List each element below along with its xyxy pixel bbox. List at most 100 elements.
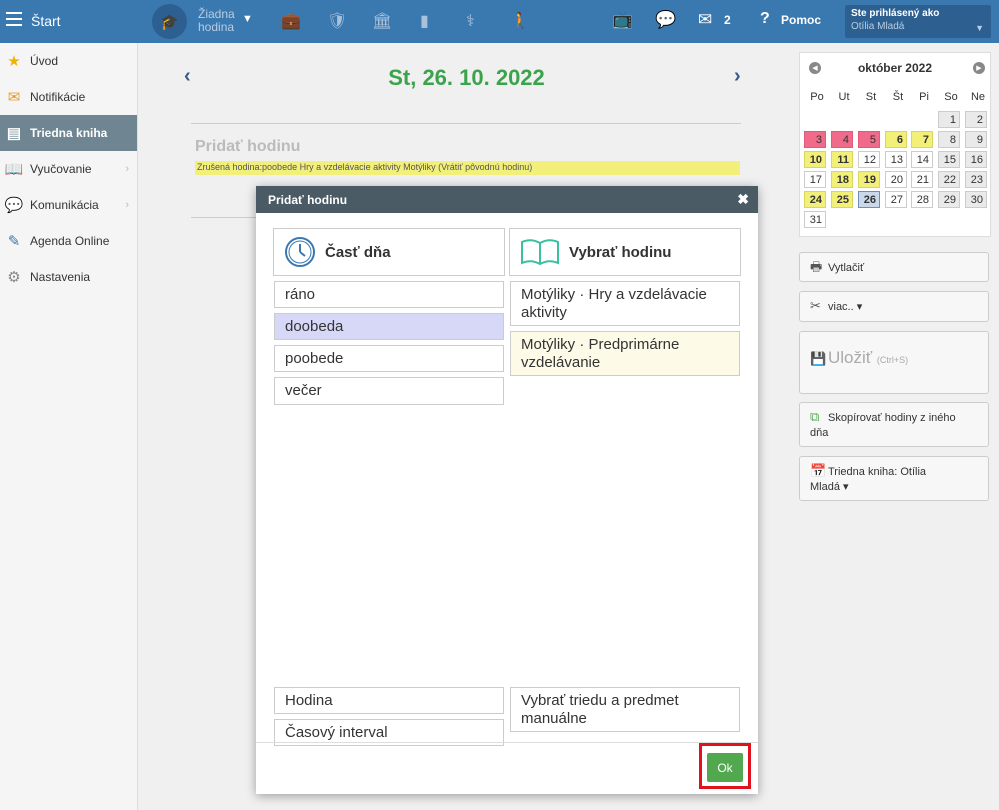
lesson-number-option[interactable]: Hodina bbox=[274, 687, 504, 714]
lesson-option[interactable]: Motýliky · Hry a vzdelávacie aktivity bbox=[510, 281, 740, 326]
sidebar-item-label: Komunikácia bbox=[30, 198, 99, 212]
sidebar-item-label: Agenda Online bbox=[30, 234, 110, 248]
next-day-chevron-icon[interactable]: › bbox=[734, 65, 741, 88]
calendar-day[interactable]: 12 bbox=[858, 151, 880, 168]
chevron-right-icon: › bbox=[125, 199, 129, 211]
sidebar-item-komunikacia[interactable]: 💬 Komunikácia › bbox=[0, 187, 137, 223]
user-label: Ste prihlásený ako bbox=[851, 8, 940, 19]
sidebar-item-uvod[interactable]: ★ Úvod bbox=[0, 43, 137, 79]
calendar-day[interactable]: 8 bbox=[938, 131, 960, 148]
sidebar-item-vyucovanie[interactable]: 📖 Vyučovanie › bbox=[0, 151, 137, 187]
cancelled-lesson-note[interactable]: Zrušená hodina:poobede Hry a vzdelávacie… bbox=[195, 161, 740, 175]
sidebar-item-label: Nastavenia bbox=[30, 270, 91, 284]
prev-day-chevron-icon[interactable]: ‹ bbox=[184, 65, 191, 88]
user-menu[interactable]: Ste prihlásený ako Otília Mladá ▼ bbox=[845, 5, 991, 38]
gear-icon: ⚙ bbox=[7, 269, 21, 286]
calendar-day[interactable]: 18 bbox=[831, 171, 853, 188]
question-icon[interactable]: ? bbox=[760, 10, 770, 28]
day-part-option[interactable]: ráno bbox=[274, 281, 504, 308]
calendar-day[interactable]: 25 bbox=[831, 191, 853, 208]
chat-bubbles-icon[interactable]: 💬 bbox=[655, 10, 676, 30]
bar-chart-icon[interactable]: ▮ bbox=[420, 11, 429, 31]
book-icon: ▤ bbox=[6, 125, 22, 142]
sidebar-item-triedna-kniha[interactable]: ▤ Triedna kniha bbox=[0, 115, 137, 151]
calendar-dow: Po bbox=[810, 91, 824, 103]
calendar-day[interactable]: 15 bbox=[938, 151, 960, 168]
calendar-day[interactable]: 27 bbox=[885, 191, 907, 208]
sidebar: ★ Úvod ✉ Notifikácie ▤ Triedna kniha 📖 V… bbox=[0, 43, 138, 810]
dialog-footer-divider bbox=[256, 742, 758, 743]
lesson-selector[interactable]: Žiadna hodina bbox=[198, 8, 235, 34]
ok-button[interactable]: Ok bbox=[707, 753, 743, 782]
start-link[interactable]: Štart bbox=[31, 13, 61, 29]
calendar-day[interactable]: 16 bbox=[965, 151, 987, 168]
calendar-day[interactable]: 22 bbox=[938, 171, 960, 188]
calendar-day[interactable]: 26 bbox=[858, 191, 880, 208]
help-link[interactable]: Pomoc bbox=[781, 13, 821, 27]
calendar-day[interactable]: 9 bbox=[965, 131, 987, 148]
calendar-day[interactable]: 17 bbox=[804, 171, 826, 188]
sidebar-item-label: Notifikácie bbox=[30, 90, 86, 104]
calendar-day[interactable]: 5 bbox=[858, 131, 880, 148]
add-lesson-dialog: Pridať hodinu ✖ Časť dňa Vybrať hodinu r… bbox=[256, 186, 758, 794]
sidebar-item-notifikacie[interactable]: ✉ Notifikácie bbox=[0, 79, 137, 115]
sidebar-item-nastavenia[interactable]: ⚙ Nastavenia bbox=[0, 259, 137, 295]
graduation-cap-icon[interactable]: 🎓 bbox=[152, 4, 187, 39]
calendar-day[interactable]: 30 bbox=[965, 191, 987, 208]
star-icon: ★ bbox=[7, 53, 21, 70]
calendar-day[interactable]: 2 bbox=[965, 111, 987, 128]
lesson-option-line2: vzdelávanie bbox=[521, 354, 601, 371]
calendar-day[interactable]: 23 bbox=[965, 171, 987, 188]
briefcase-icon[interactable]: 💼 bbox=[281, 11, 301, 31]
classbook-button[interactable]: 📅 Triedna kniha: Otília Mladá ▾ bbox=[799, 456, 989, 501]
calendar-icon: 📅 bbox=[810, 463, 827, 478]
print-button[interactable]: 🖶 Vytlačiť bbox=[799, 252, 989, 282]
day-part-option[interactable]: poobede bbox=[274, 345, 504, 372]
caret-down-icon[interactable]: ▼ bbox=[242, 13, 253, 25]
calendar-day[interactable]: 24 bbox=[804, 191, 826, 208]
calendar-day[interactable]: 13 bbox=[885, 151, 907, 168]
printer-icon: 🖶 bbox=[810, 259, 823, 274]
copy-lessons-button[interactable]: ⧉ Skopírovať hodiny z iného dňa bbox=[799, 402, 989, 447]
sidebar-item-agenda-online[interactable]: ✎ Agenda Online bbox=[0, 223, 137, 259]
calendar-day[interactable]: 4 bbox=[831, 131, 853, 148]
mail-icon[interactable]: ✉ bbox=[698, 10, 712, 30]
next-month-icon[interactable]: ▶ bbox=[973, 62, 985, 74]
lesson-option[interactable]: Motýliky · Predprimárne vzdelávanie bbox=[510, 331, 740, 376]
calendar-dow: Ut bbox=[838, 91, 850, 103]
cast-icon[interactable]: 📺 bbox=[612, 10, 633, 30]
bank-icon[interactable]: 🏛 bbox=[372, 11, 392, 31]
calendar-day[interactable]: 29 bbox=[938, 191, 960, 208]
dna-icon[interactable]: ⚕ bbox=[466, 11, 475, 31]
calendar-day[interactable]: 19 bbox=[858, 171, 880, 188]
day-part-option[interactable]: doobeda bbox=[274, 313, 504, 340]
save-button[interactable]: 💾 Uložiť (Ctrl+S) bbox=[799, 331, 989, 394]
more-button[interactable]: ✂ viac.. ▾ bbox=[799, 291, 989, 322]
envelope-icon: ✉ bbox=[7, 89, 21, 106]
message-count-badge: 2 bbox=[724, 13, 731, 27]
calendar-day[interactable]: 21 bbox=[911, 171, 933, 188]
day-part-option[interactable]: večer bbox=[274, 377, 504, 405]
day-part-heading: Časť dňa bbox=[273, 228, 505, 276]
menu-icon[interactable] bbox=[6, 12, 22, 30]
close-icon[interactable]: ✖ bbox=[737, 191, 749, 208]
calendar-day[interactable]: 11 bbox=[831, 151, 853, 168]
calendar-day[interactable]: 31 bbox=[804, 211, 826, 228]
calendar-day[interactable]: 28 bbox=[911, 191, 933, 208]
hiking-icon[interactable]: 🚶 bbox=[510, 11, 530, 31]
calendar-day[interactable]: 14 bbox=[911, 151, 933, 168]
calendar-day[interactable]: 6 bbox=[885, 131, 907, 148]
calendar-dow: St bbox=[865, 91, 877, 103]
calendar-day[interactable]: 10 bbox=[804, 151, 826, 168]
user-name: Otília Mladá bbox=[851, 21, 905, 32]
calendar-day[interactable]: 20 bbox=[885, 171, 907, 188]
calendar-day[interactable]: 7 bbox=[911, 131, 933, 148]
page-title: St, 26. 10. 2022 bbox=[388, 65, 545, 90]
shield-icon[interactable]: 🛡 bbox=[327, 11, 347, 31]
manual-select-option[interactable]: Vybrať triedu a predmet manuálne bbox=[510, 687, 740, 732]
calendar-day[interactable]: 3 bbox=[804, 131, 826, 148]
calendar-day[interactable]: 1 bbox=[938, 111, 960, 128]
print-button-label: Vytlačiť bbox=[828, 262, 865, 274]
save-shortcut: (Ctrl+S) bbox=[876, 355, 909, 365]
top-bar: Štart 🎓 Žiadna hodina ▼ 💼 🛡 🏛 ▮ ⚕ 🚶 📺 💬 … bbox=[0, 0, 999, 43]
